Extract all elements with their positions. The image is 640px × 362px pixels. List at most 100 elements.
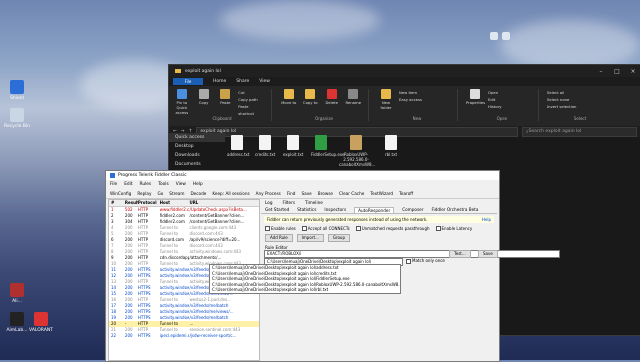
tray-icon[interactable] [502,32,510,40]
file-item[interactable]: rbl.txt [381,135,401,167]
file-item[interactable]: RobloxUWP-2.592.586.0-canaboltXmsW8... [339,135,375,167]
file-item[interactable]: address.txt [227,135,250,167]
new-folder-button[interactable]: New folder [377,89,395,110]
new-item-button[interactable]: New item [399,89,422,96]
autocomplete-dropdown: C:\Users\lemuaj\OneDrive\Desktop\exploit… [209,264,401,294]
new-folder-icon [381,89,391,99]
pin-quick-access-button[interactable]: Pin to Quick access [173,89,191,115]
rule-save-button[interactable]: Save [478,250,498,258]
add-rule-button[interactable]: Add Rule [265,234,293,242]
select-none-button[interactable]: Select none [547,96,576,103]
col-protocol[interactable]: Protocol [138,200,160,206]
import-button[interactable]: Import... [296,234,324,242]
maximize-button[interactable]: □ [609,68,625,75]
table-row[interactable]: 22 200 HTTPS ipecl.epidemi.sport.com/jsdw-r… [109,333,259,339]
enable-rules-checkbox[interactable]: Enable rules [265,226,296,232]
textwizard-button[interactable]: TextWizard [370,191,393,196]
tab-file[interactable]: File [173,78,203,85]
tab-home[interactable]: Home [213,79,226,84]
tab-filters[interactable]: Filters [282,200,295,205]
pin-icon [176,89,187,99]
open-button[interactable]: Open [488,89,502,96]
tab-statistics[interactable]: Statistics [297,207,316,212]
keep-sessions-dropdown[interactable]: Keep: All sessions [212,191,249,196]
any-process-button[interactable]: Any Process [256,191,281,196]
save-button[interactable]: Save [301,191,311,196]
tab-get-started[interactable]: Get Started [265,207,289,212]
copy-to-button[interactable]: Copy to [302,89,320,105]
tab-log[interactable]: Log [265,200,272,205]
desktop-icon-valorant[interactable]: VALORANT [27,312,55,333]
select-all-button[interactable]: Select all [547,89,576,96]
copy-button[interactable]: Copy [195,89,213,105]
winconfig-button[interactable]: WinConfig [110,191,131,196]
menu-rules[interactable]: Rules [140,182,152,187]
tab-composer[interactable]: Composer [402,207,423,212]
help-link[interactable]: Help [482,216,494,223]
desktop-icon-shield[interactable]: Shield [3,80,31,101]
paste-button[interactable]: Paste [216,89,234,105]
nav-documents[interactable]: Documents [169,160,225,169]
tab-orchestra[interactable]: Fiddler Orchestra Beta [431,207,478,212]
fiddler-titlebar[interactable]: Progress Telerik Fiddler Classic [106,171,499,180]
tab-view[interactable]: View [259,79,270,84]
rule-match-input[interactable]: EXACT:/ROBLOX/i [264,250,560,258]
tab-autoresponder[interactable]: AutoResponder [354,206,395,213]
tearoff-button[interactable]: Tearoff [399,191,413,196]
move-to-button[interactable]: Move to [280,89,298,105]
table-cell: /jsdw-receiver-sport/c... [189,333,237,338]
select-group: Select all Select none Invert selection … [547,89,613,121]
clipboard-group: Pin to Quick access Copy Paste Cut Copy … [173,89,272,121]
paste-shortcut-button[interactable]: Paste shortcut [238,103,265,117]
new-caption: New [412,116,422,121]
menu-file[interactable]: File [110,182,117,187]
accept-connects-checkbox[interactable]: Accept all CONNECTs [301,226,350,232]
stream-button[interactable]: Stream [169,191,184,196]
test-button[interactable]: Test... [449,250,471,258]
col-url[interactable]: URL [189,200,259,206]
rename-button[interactable]: Rename [345,89,363,105]
file-item[interactable]: credits.txt [255,135,275,167]
latency-checkbox[interactable]: Enable Latency [435,226,472,232]
easy-access-button[interactable]: Easy access [399,96,422,103]
cut-button[interactable]: Cut [238,89,265,96]
history-button[interactable]: History [488,103,502,110]
group-button[interactable]: Group [327,234,351,242]
replay-button[interactable]: Replay [137,191,151,196]
close-button[interactable]: × [625,68,640,75]
file-item[interactable]: exploit.txt [283,135,303,167]
tab-inspectors[interactable]: Inspectors [324,207,346,212]
match-once-checkbox[interactable]: Match only once [406,258,445,264]
go-button[interactable]: Go [157,191,163,196]
col-host[interactable]: Host [160,200,190,206]
properties-button[interactable]: Properties [466,89,485,105]
tab-share[interactable]: Share [236,79,249,84]
clear-cache-button[interactable]: Clear Cache [339,191,364,196]
invert-selection-button[interactable]: Invert selection [547,103,576,110]
autocomplete-option[interactable]: C:\Users\lemuaj\OneDrive\Desktop\exploit… [210,287,400,293]
menu-help[interactable]: Help [193,182,203,187]
passthrough-checkbox[interactable]: Unmatched requests passthrough [355,226,430,232]
explorer-titlebar[interactable]: exploit again lol – □ × [169,65,640,77]
find-button[interactable]: Find [287,191,296,196]
edit-button[interactable]: Edit [488,96,502,103]
menu-tools[interactable]: Tools [158,182,169,187]
tab-timeline[interactable]: Timeline [305,200,323,205]
minimize-button[interactable]: – [593,68,609,75]
file-item[interactable]: FiddlerSetup.exe [311,135,344,167]
col-result[interactable]: Result [125,200,138,206]
nav-downloads[interactable]: Downloads [169,151,225,160]
desktop-icon-app[interactable]: Ali... [3,283,31,304]
menu-edit[interactable]: Edit [124,182,132,187]
search-box[interactable]: ⌕ Search exploit again lol [522,126,637,137]
delete-button[interactable]: Delete [323,89,341,105]
copy-path-button[interactable]: Copy path [238,96,265,103]
nav-quick-access[interactable]: Quick access [169,133,225,142]
col-number[interactable]: # [109,200,125,206]
nav-desktop[interactable]: Desktop [169,142,225,151]
menu-view[interactable]: View [176,182,186,187]
decode-button[interactable]: Decode [190,191,206,196]
browse-button[interactable]: Browse [318,191,333,196]
desktop-icon-recycle-bin[interactable]: Recycle Bin [3,108,31,129]
tray-icon[interactable] [490,32,498,40]
